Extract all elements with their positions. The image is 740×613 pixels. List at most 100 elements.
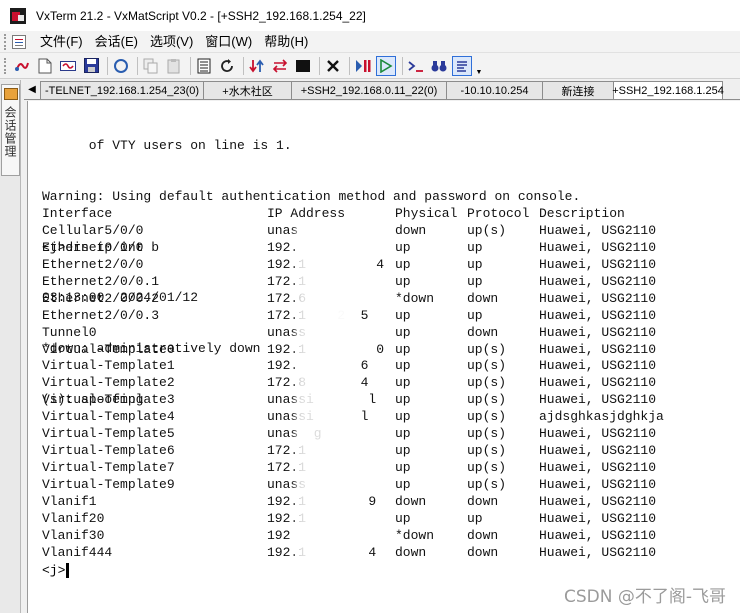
table-row: Virtual-Template2 172.8 4 up up(s) Huawei, U…	[42, 375, 656, 392]
menu-file[interactable]: 文件(F)	[34, 32, 89, 52]
cell-physical: *down	[395, 527, 435, 543]
reconnect-icon[interactable]	[58, 56, 78, 76]
cell-physical: up	[395, 273, 411, 289]
session-tabs: ◀ -TELNET_192.168.1.254_23(0) +水木社区 +SSH…	[24, 80, 740, 100]
new-session-icon[interactable]	[35, 56, 55, 76]
table-row: Virtual-Template9 unass up up(s) Huawei, USG…	[42, 477, 656, 494]
binoculars-icon[interactable]	[429, 56, 449, 76]
prompt-icon[interactable]	[406, 56, 426, 76]
cell-interface: Virtual-Template1	[42, 358, 175, 374]
folder-icon	[3, 88, 18, 100]
menu-help[interactable]: 帮助(H)	[258, 32, 314, 52]
tab-ssh-0-11[interactable]: +SSH2_192.168.0.11_22(0)	[291, 81, 446, 99]
cell-interface: Vlanif20	[42, 510, 105, 526]
table-row: Ethernet2/0/0.1 172.1 up up Huawei, USG2110	[42, 274, 656, 291]
header-physical: Physical	[395, 206, 458, 221]
cell-description: Huawei, USG2110	[539, 527, 657, 543]
cell-physical: up	[395, 307, 411, 323]
cell-protocol: down	[467, 324, 499, 340]
cell-interface: Virtual-Template6	[42, 443, 175, 459]
cell-protocol: up(s)	[467, 460, 507, 476]
transfer-icon[interactable]	[247, 56, 267, 76]
title-bar[interactable]: VxTerm 21.2 - VxMatScript V0.2 - [+SSH2_…	[0, 0, 740, 31]
cell-protocol: up	[467, 510, 483, 526]
red-arrows-icon[interactable]	[270, 56, 290, 76]
cell-interface: Virtual-Template5	[42, 426, 175, 442]
copy-icon[interactable]	[141, 56, 161, 76]
options-icon[interactable]	[452, 55, 472, 76]
close-icon[interactable]	[323, 56, 343, 76]
tab-10-10-10-254[interactable]: -10.10.10.254	[446, 81, 542, 99]
cell-protocol: up(s)	[467, 341, 507, 357]
tab-scroll-left-icon[interactable]: ◀	[24, 80, 40, 99]
cell-physical: down	[395, 544, 427, 560]
cell-protocol: down	[467, 544, 499, 560]
cell-interface: Vlanif1	[42, 493, 97, 509]
menu-bar: 文件(F) 会话(E) 选项(V) 窗口(W) 帮助(H)	[0, 31, 740, 53]
cell-description: Huawei, USG2110	[539, 477, 657, 492]
menu-options[interactable]: 选项(V)	[144, 32, 199, 52]
cell-protocol: up(s)	[467, 222, 507, 238]
cell-physical: up	[395, 409, 411, 425]
cell-interface: Virtual-Template2	[42, 375, 175, 391]
menu-session[interactable]: 会话(E)	[89, 32, 144, 52]
cell-protocol: up	[467, 256, 483, 272]
cell-protocol: down	[467, 290, 499, 306]
cell-description: Huawei, USG2110	[539, 510, 657, 526]
pause-icon[interactable]	[353, 56, 373, 76]
tab-label: -10.10.10.254	[460, 84, 529, 97]
toolbar-separator	[243, 56, 244, 75]
cell-interface: Vlanif30	[42, 527, 105, 543]
cell-physical: up	[395, 256, 411, 272]
tab-label: +水木社区	[222, 85, 273, 98]
interface-table-header: Interface IP Address Physical Protocol D…	[42, 206, 625, 223]
menu-window[interactable]: 窗口(W)	[199, 32, 258, 52]
document-menu-icon[interactable]	[12, 34, 26, 49]
cell-description: Huawei, USG2110	[539, 443, 657, 459]
cell-description: Huawei, USG2110	[539, 290, 657, 306]
terminal-output[interactable]: of VTY users on line is 1. Warning: Usin…	[27, 101, 740, 613]
cell-protocol: up(s)	[467, 426, 507, 442]
toolbar-overflow-chevron-icon[interactable]: ▼	[475, 56, 483, 76]
cell-description: Huawei, USG2110	[539, 375, 657, 391]
tab-telnet[interactable]: -TELNET_192.168.1.254_23(0)	[40, 81, 203, 99]
tab-new-connection[interactable]: 新连接	[542, 81, 613, 99]
paste-icon[interactable]	[164, 56, 184, 76]
toolbar-separator	[402, 56, 403, 75]
cell-protocol: up	[467, 239, 483, 255]
list-icon[interactable]	[194, 56, 214, 76]
toolbar-grip-icon[interactable]	[4, 57, 8, 74]
cell-interface: Virtual-Template3	[42, 392, 175, 408]
header-description: Description	[539, 206, 625, 221]
cell-protocol: up(s)	[467, 392, 507, 408]
cell-interface: Virtual-Template0	[42, 341, 175, 357]
toolbar-separator	[319, 56, 320, 75]
connect-icon[interactable]	[12, 56, 32, 76]
tab-label: -TELNET_192.168.1.254_23(0)	[44, 84, 200, 97]
session-manager-label: 会话管理	[3, 106, 17, 158]
tab-ssh-1-254-active[interactable]: +SSH2_192.168.1.254	[612, 81, 724, 99]
toolbar-separator	[107, 56, 108, 75]
toolbar-separator	[190, 56, 191, 75]
session-side-panel: 会话管理	[0, 80, 21, 613]
session-manager-tab[interactable]: 会话管理	[1, 84, 20, 176]
cell-physical: up	[395, 239, 411, 255]
command-prompt[interactable]: <j>	[42, 562, 70, 579]
cell-interface: Ethernet2/0/0	[42, 256, 144, 272]
cell-physical: up	[395, 510, 411, 526]
cell-physical: down	[395, 222, 427, 238]
cell-description: Huawei, USG2110	[539, 358, 657, 374]
table-row: Ethernet2/0/0.2 172.6 *down down Huawei, USG…	[42, 291, 656, 308]
refresh-icon[interactable]	[217, 56, 237, 76]
cell-description: Huawei, USG2110	[539, 460, 657, 476]
table-row: Cellular5/0/0 unas down up(s) Huawei, USG211…	[42, 223, 656, 240]
save-icon[interactable]	[81, 56, 101, 76]
cell-interface: Tunnel0	[42, 324, 97, 340]
cell-description: Huawei, USG2110	[539, 544, 657, 560]
play-icon[interactable]	[376, 55, 396, 76]
tab-shuimu[interactable]: +水木社区	[203, 81, 291, 99]
table-row: Ethernet2/0/0.3172.1 2 5upupHuawei, USG2…	[42, 308, 656, 325]
circle-icon[interactable]	[111, 56, 131, 76]
menubar-grip-icon[interactable]	[4, 33, 8, 50]
stop-icon[interactable]	[293, 56, 313, 76]
